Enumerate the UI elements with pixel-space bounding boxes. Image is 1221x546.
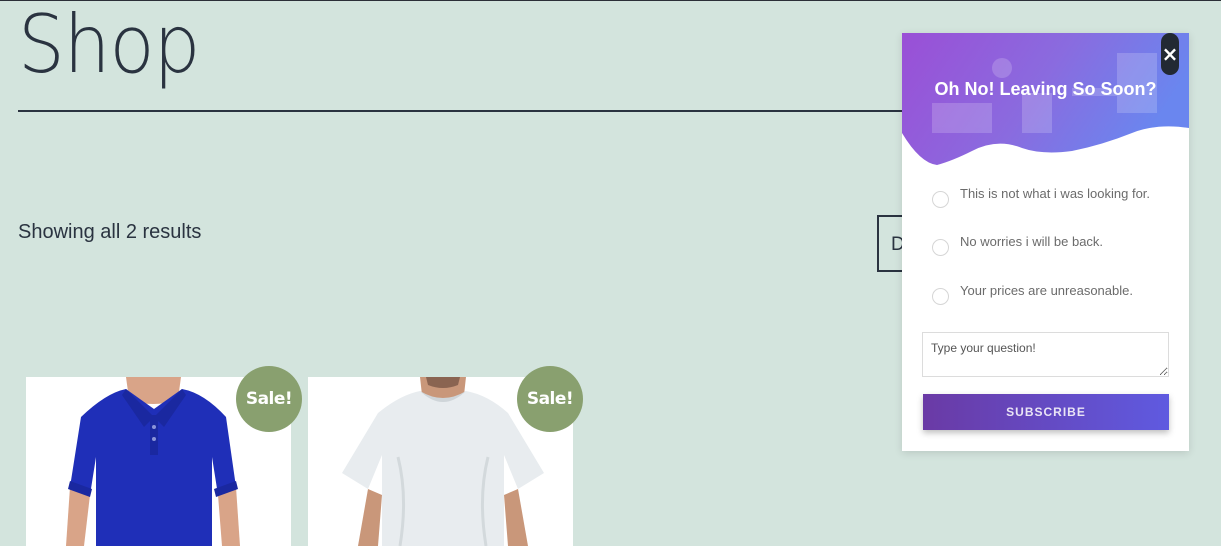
title-divider [18, 110, 918, 112]
reason-option-label: This is not what i was looking for. [960, 186, 1151, 201]
reason-option[interactable]: No worries i will be back. [932, 233, 1103, 256]
reason-option-label: Your prices are unreasonable. [960, 283, 1133, 298]
subscribe-button[interactable]: SUBSCRIBE [923, 394, 1169, 430]
reason-option[interactable]: This is not what i was looking for. [932, 185, 1150, 208]
question-textarea[interactable] [922, 332, 1169, 377]
result-count: Showing all 2 results [18, 221, 202, 243]
popup-header-background [902, 33, 1189, 165]
reason-option-label: No worries i will be back. [960, 234, 1104, 249]
exit-intent-popup: × Oh No! Leaving So Soon? This is not wh… [902, 33, 1189, 451]
radio-button[interactable] [932, 191, 949, 208]
close-icon[interactable]: × [1161, 33, 1179, 75]
sale-badge: Sale! [517, 366, 583, 432]
radio-button[interactable] [932, 239, 949, 256]
page-title: Shop [18, 0, 200, 91]
reason-option[interactable]: Your prices are unreasonable. [932, 282, 1133, 305]
radio-button[interactable] [932, 288, 949, 305]
popup-title: Oh No! Leaving So Soon? [934, 79, 1157, 99]
sale-badge: Sale! [236, 366, 302, 432]
